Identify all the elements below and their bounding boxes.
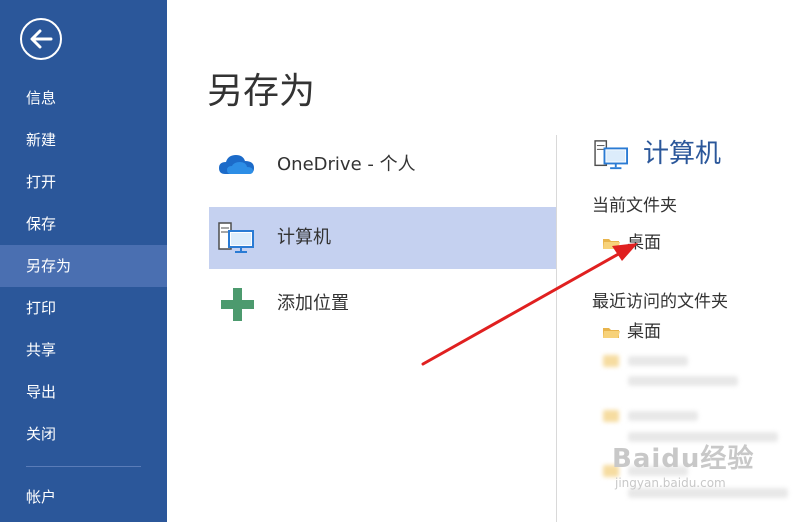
watermark-sub: jingyan.baidu.com <box>615 476 726 490</box>
watermark: Baidu经验 jingyan.baidu.com <box>612 438 755 490</box>
watermark-main: Baidu经验 <box>612 444 755 474</box>
